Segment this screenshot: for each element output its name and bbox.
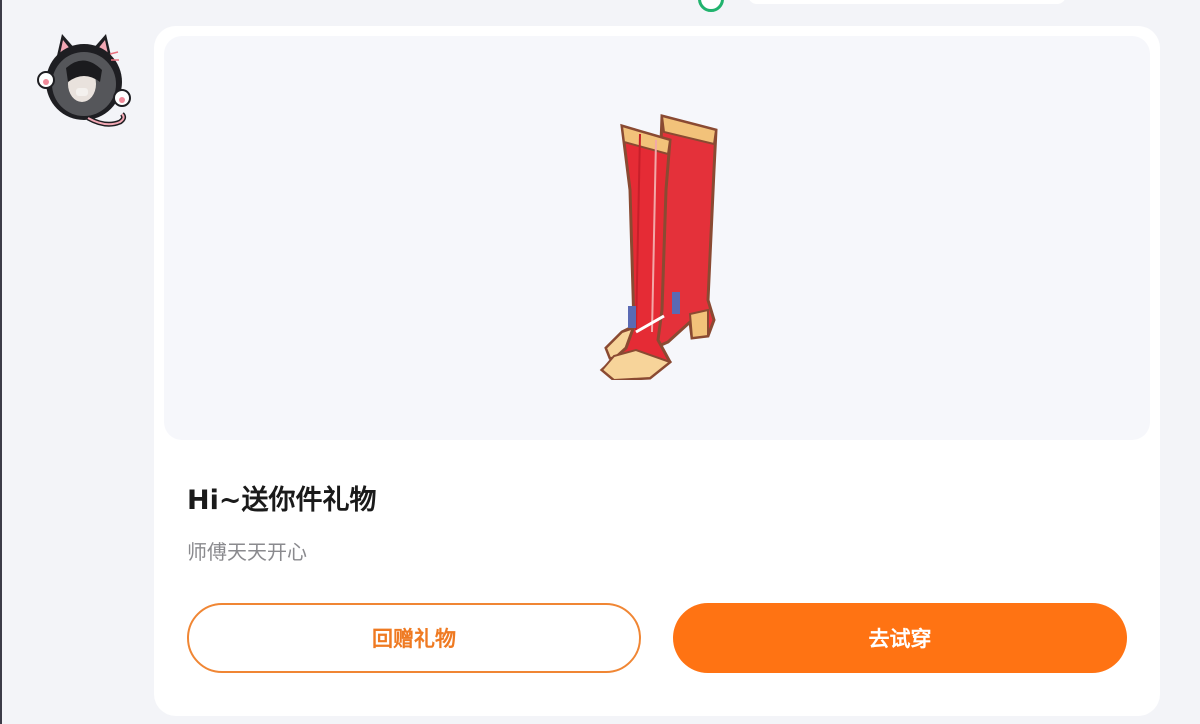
try-on-button[interactable]: 去试穿 xyxy=(673,603,1127,673)
top-input-bar[interactable] xyxy=(748,0,1066,4)
gift-title: Hi~送你件礼物 xyxy=(187,485,377,516)
gift-message: 师傅天天开心 xyxy=(187,540,307,564)
gift-card: Hi~送你件礼物 师傅天天开心 回赠礼物 去试穿 xyxy=(154,26,1160,716)
cat-ear-avatar-icon xyxy=(37,34,131,127)
red-knee-high-boots-icon xyxy=(599,114,718,380)
sender-avatar[interactable] xyxy=(36,30,132,130)
window-edge xyxy=(0,0,2,724)
status-indicator-icon xyxy=(698,0,724,12)
return-gift-button[interactable]: 回赠礼物 xyxy=(187,603,641,673)
gift-preview[interactable] xyxy=(164,36,1150,440)
